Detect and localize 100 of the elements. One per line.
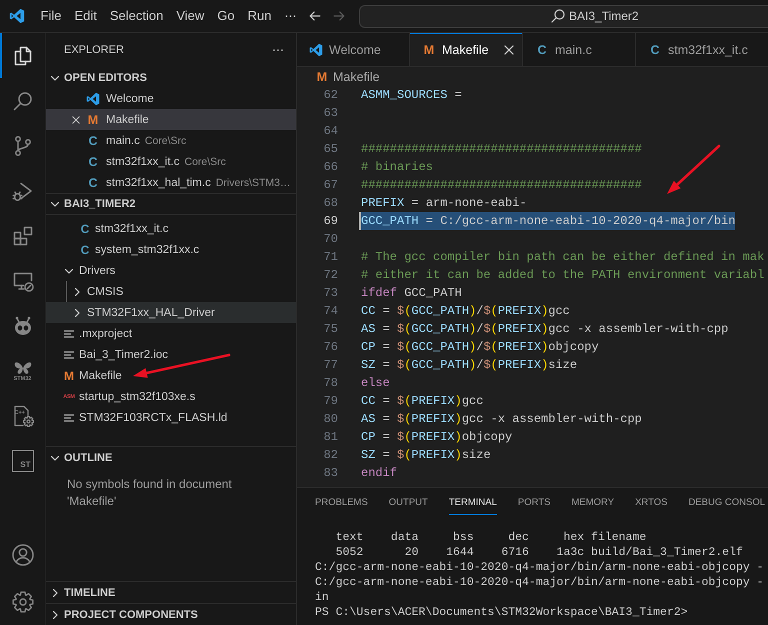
activity-bar-button[interactable]: ST [0,438,45,483]
menu-item[interactable]: File [34,4,68,28]
line-number: 82 [322,447,338,464]
terminal-line: PS C:\Users\ACER\Documents\STM32Workspace\BAI3_Timer2> [315,605,688,620]
code-line: CC = $(GCC_PATH)/$(PREFIX)gcc [361,303,570,320]
c-file-icon: C [86,176,100,190]
open-editor-item[interactable]: Welcome [46,88,296,109]
menu-item[interactable]: View [170,4,211,28]
c-file-icon: C [535,42,549,56]
c-file-icon: C [79,242,91,256]
text-file-icon [63,412,75,424]
open-editor-item[interactable]: C main.c Core\Src [46,130,296,151]
line-number: 74 [322,303,338,320]
code-line: CP = $(PREFIX)objcopy [361,429,512,446]
terminal-line: 5052 20 1644 6716 1a3c build/Bai_3_Timer2.elf [334,545,743,560]
c-file-icon: C [86,134,100,148]
code-line: AS = $(PREFIX)gcc -x assembler-with-cpp [361,411,642,428]
menu-item[interactable]: Selection [103,4,170,28]
text-file-icon [63,328,75,340]
terminal-line: in [315,590,329,605]
annotation-arrow [664,144,722,197]
section-header[interactable]: OPEN EDITORS [46,67,296,88]
m-file-icon: M [63,368,75,382]
line-number: 63 [322,105,338,122]
section-header[interactable]: TIMELINE [46,582,296,603]
tree-item[interactable]: CMSIS [46,281,296,302]
section-header[interactable]: OUTLINE [46,447,296,468]
code-line: # binaries [361,159,434,176]
menu-item[interactable]: Edit [68,4,104,28]
code-line: SZ = $(GCC_PATH)/$(PREFIX)size [361,357,578,374]
more-menu-button[interactable]: ⋯ [278,4,303,28]
code-line: CC = $(PREFIX)gcc [361,393,484,410]
panel-tab[interactable]: PROBLEMS [315,489,368,515]
section-header[interactable]: PROJECT COMPONENTS [46,604,296,625]
menu-item[interactable]: Go [210,4,242,28]
terminal-line: C:/gcc-arm-none-eabi-10-2020-q4-major/bin/arm-none-eabi-objcopy - [315,560,764,575]
code-line: ####################################### [361,141,642,158]
line-number: 83 [322,465,338,482]
tree-item[interactable]: Bai_3_Timer2.ioc [46,344,296,365]
code-line: AS = $(GCC_PATH)/$(PREFIX)gcc -x assembler-with-cpp [361,321,728,338]
line-number: 64 [322,123,338,140]
sidebar-title: EXPLORER [64,44,124,56]
c-file-icon: C [86,154,100,168]
more-actions-button[interactable]: ⋯ [268,43,288,57]
panel-tab[interactable]: OUTPUT [388,489,428,515]
line-number: 71 [322,249,338,266]
line-number: 69 [322,213,338,230]
panel-tab[interactable]: XRTOS [635,489,668,515]
code-line: # The gcc compiler bin path can be either defined in mak [361,249,764,266]
st-logo-icon: ST [12,450,34,472]
code-line: SZ = $(PREFIX)size [361,447,491,464]
tree-item[interactable]: STM32F103RCTx_FLASH.ld [46,407,296,428]
code-line: ifdef GCC_PATH [361,285,462,302]
open-editor-item[interactable]: C stm32f1xx_hal_tim.c Drivers\STM3… [46,172,296,193]
line-number: 62 [322,87,338,104]
breadcrumb-item[interactable]: M Makefile [315,70,380,84]
line-number: 65 [322,141,338,158]
line-number: 67 [322,177,338,194]
panel-tab[interactable]: PORTS [518,489,550,515]
open-editor-item[interactable]: M Makefile [46,109,296,130]
m-file-icon: M [422,42,436,56]
c-file-icon: C [79,222,91,236]
terminal-line: C:/gcc-arm-none-eabi-10-2020-q4-major/bin/arm-none-eabi-objcopy - [315,575,764,590]
line-number: 79 [322,393,338,410]
tree-item[interactable]: .mxproject [46,323,296,344]
tree-item[interactable]: C system_stm32f1xx.c [46,239,296,260]
close-icon[interactable] [504,44,514,54]
section-header[interactable]: BAI3_TIMER2 [46,194,296,215]
code-line: # either it can be added to the PATH environment variabl [361,267,764,284]
m-file-icon: M [86,112,100,126]
menu-item[interactable]: Run [241,4,278,28]
editor-tab[interactable]: M Makefile [410,33,523,66]
search-field[interactable]: BAI3_Timer2 [359,4,768,28]
line-number: 77 [322,357,338,374]
code-line: PREFIX = arm-none-eabi- [361,195,527,212]
line-number: 76 [322,339,338,356]
panel-tab[interactable]: MEMORY [571,489,614,515]
panel-tab[interactable]: DEBUG CONSOL [688,489,765,515]
open-editor-item[interactable]: C stm32f1xx_it.c Core\Src [46,151,296,172]
line-number: 73 [322,285,338,302]
code-line: CP = $(GCC_PATH)/$(PREFIX)objcopy [361,339,599,356]
tree-item[interactable]: STM32F1xx_HAL_Driver [46,302,296,323]
terminal-line: text data bss dec hex filename [334,530,646,545]
empty-state-message: No symbols found in document 'Makefile' [67,476,233,510]
close-icon[interactable] [72,116,80,124]
settings-icon [10,590,34,614]
code-line: ASMM_SOURCES = [361,87,462,104]
line-number: 78 [322,375,338,392]
text-file-icon [63,348,75,360]
tree-item[interactable]: Drivers [46,260,296,281]
tree-item[interactable]: C stm32f1xx_it.c [46,218,296,239]
line-number: 75 [322,321,338,338]
line-number: 66 [322,159,338,176]
search-icon [551,9,565,23]
line-number: 68 [322,195,338,212]
file-path-hint: Core\Src [144,134,186,146]
tree-item[interactable]: M Makefile [46,365,296,386]
app-logo-icon [86,92,100,106]
panel-tab[interactable]: TERMINAL [448,489,497,515]
line-number: 72 [322,267,338,284]
